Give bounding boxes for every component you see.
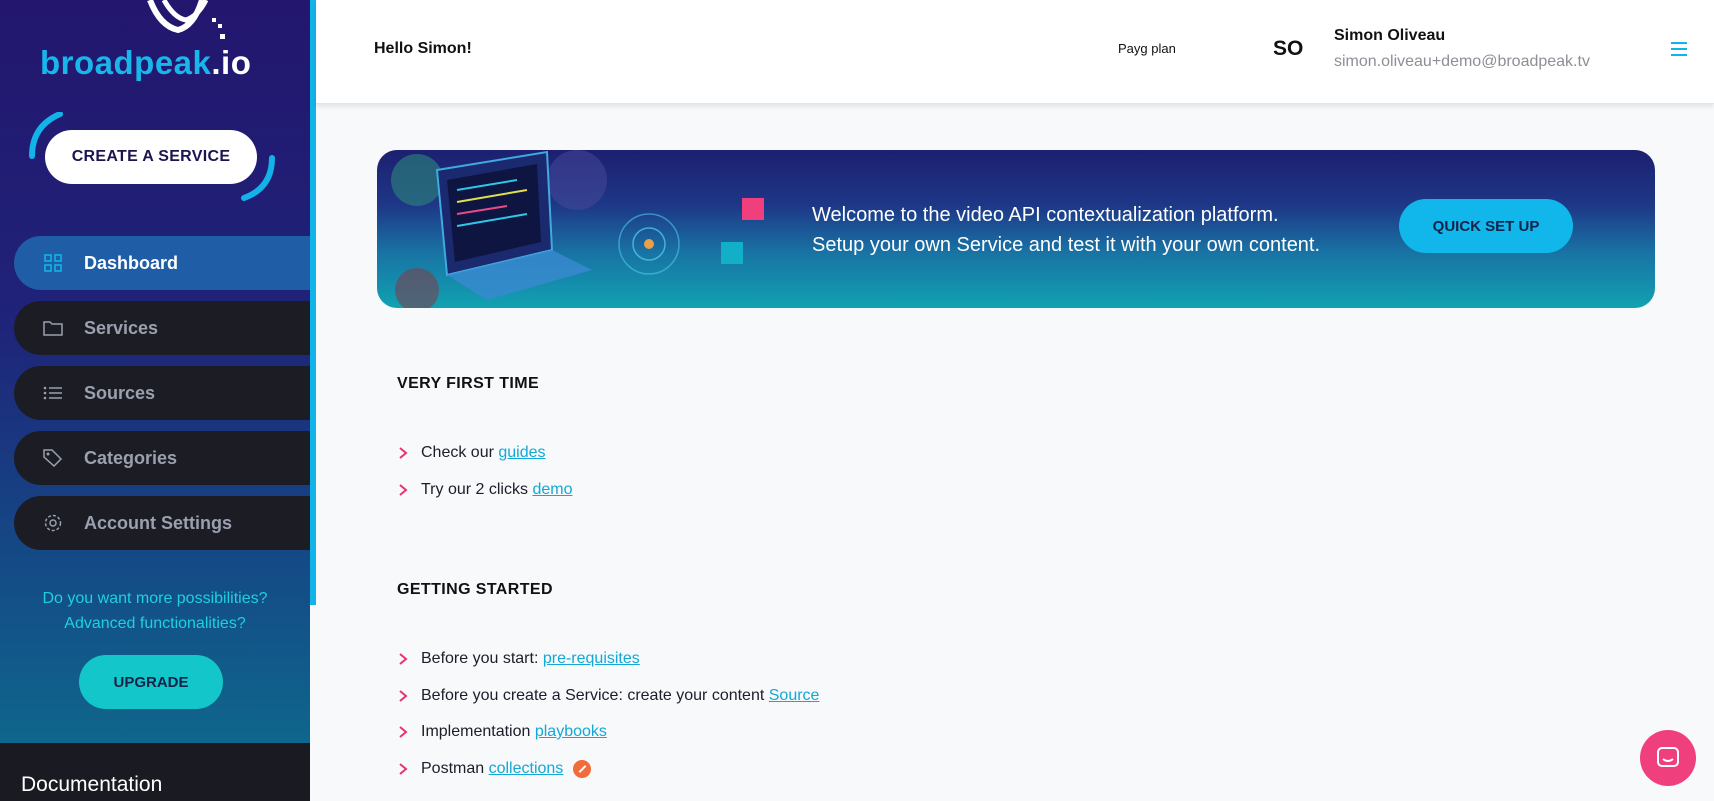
logo-mark-icon: [147, 0, 225, 39]
upgrade-button[interactable]: UPGRADE: [79, 655, 223, 709]
sidebar-nav: Dashboard Services Sources Categories Ac…: [14, 236, 310, 561]
dashboard-grid-icon: [42, 252, 64, 274]
chevron-right-icon: [399, 690, 408, 702]
chevron-right-icon: [399, 726, 408, 738]
section-title-very-first-time: VERY FIRST TIME: [397, 375, 540, 392]
create-service-wrapper: CREATE A SERVICE: [28, 112, 276, 202]
list-item: Implementation playbooks: [397, 721, 607, 743]
demo-link[interactable]: demo: [532, 481, 572, 499]
playbooks-link[interactable]: playbooks: [535, 723, 607, 741]
guides-link[interactable]: guides: [498, 444, 545, 462]
chat-icon: [1657, 747, 1679, 767]
chevron-right-icon: [399, 484, 408, 496]
upsell-text: Do you want more possibilities? Advanced…: [0, 586, 310, 636]
section-title-getting-started: GETTING STARTED: [397, 581, 553, 598]
source-link[interactable]: Source: [769, 687, 820, 705]
laptop-illustration: [391, 150, 764, 308]
sidebar-item-services[interactable]: Services: [14, 301, 310, 355]
list-icon: [42, 382, 64, 404]
greeting: Hello Simon!: [374, 40, 472, 57]
logo-text: broadpeak.io: [40, 44, 252, 81]
list-item-text: Try our 2 clicks: [421, 481, 528, 498]
sidebar-item-dashboard[interactable]: Dashboard: [14, 236, 310, 290]
gear-icon: [42, 512, 64, 534]
banner-text: Welcome to the video API contextualizati…: [812, 200, 1320, 260]
sidebar-item-label: Sources: [84, 382, 156, 403]
folder-icon: [42, 317, 64, 339]
sidebar-item-label: Services: [84, 317, 159, 338]
postman-icon: [573, 760, 592, 778]
prerequisites-link[interactable]: pre-requisites: [543, 650, 640, 668]
create-service-button[interactable]: CREATE A SERVICE: [45, 130, 257, 184]
documentation-label: Documentation: [21, 773, 163, 796]
list-item-text: Postman: [421, 760, 485, 777]
sidebar-item-label: Dashboard: [84, 252, 179, 273]
list-item-text: Implementation: [421, 723, 531, 740]
chevron-right-icon: [399, 763, 408, 775]
user-email: simon.oliveau+demo@broadpeak.tv: [1334, 53, 1590, 70]
tags-icon: [42, 447, 64, 469]
list-item: Before you start: pre-requisites: [397, 648, 640, 670]
upsell-line-1: Do you want more possibilities?: [42, 590, 268, 607]
list-item: Check our guides: [397, 442, 546, 464]
chat-support-button[interactable]: [1640, 730, 1696, 786]
top-header: Hello Simon! Payg plan SO Simon Oliveau …: [316, 0, 1714, 104]
list-item-text: Before you start:: [421, 650, 539, 667]
documentation-section[interactable]: Documentation: [0, 743, 310, 801]
list-item-text: Before you create a Service: create your…: [421, 687, 765, 704]
avatar[interactable]: SO: [1273, 37, 1303, 61]
broadpeak-logo[interactable]: broadpeak.io: [40, 0, 270, 82]
sidebar-item-label: Categories: [84, 447, 178, 468]
collections-link[interactable]: collections: [489, 760, 564, 778]
list-item: Before you create a Service: create your…: [397, 685, 819, 707]
quick-setup-button[interactable]: QUICK SET UP: [1399, 199, 1573, 253]
banner-line-1: Welcome to the video API contextualizati…: [812, 204, 1279, 226]
chevron-right-icon: [399, 653, 408, 665]
plan-label[interactable]: Payg plan: [1118, 41, 1176, 56]
hamburger-menu-icon[interactable]: [1668, 40, 1690, 58]
sidebar-item-label: Account Settings: [84, 512, 233, 533]
sidebar-item-sources[interactable]: Sources: [14, 366, 310, 420]
list-item: Try our 2 clicks demo: [397, 479, 572, 501]
sidebar: broadpeak.io CREATE A SERVICE Dashboard …: [0, 0, 310, 801]
list-item: Postman collections: [397, 758, 592, 780]
chevron-right-icon: [399, 447, 408, 459]
user-name: Simon Oliveau: [1334, 27, 1446, 44]
sidebar-item-account-settings[interactable]: Account Settings: [14, 496, 310, 550]
upsell-line-2: Advanced functionalities?: [64, 615, 246, 632]
sidebar-item-categories[interactable]: Categories: [14, 431, 310, 485]
welcome-banner: Welcome to the video API contextualizati…: [377, 150, 1655, 308]
list-item-text: Check our: [421, 444, 494, 461]
banner-line-2: Setup your own Service and test it with …: [812, 234, 1321, 256]
